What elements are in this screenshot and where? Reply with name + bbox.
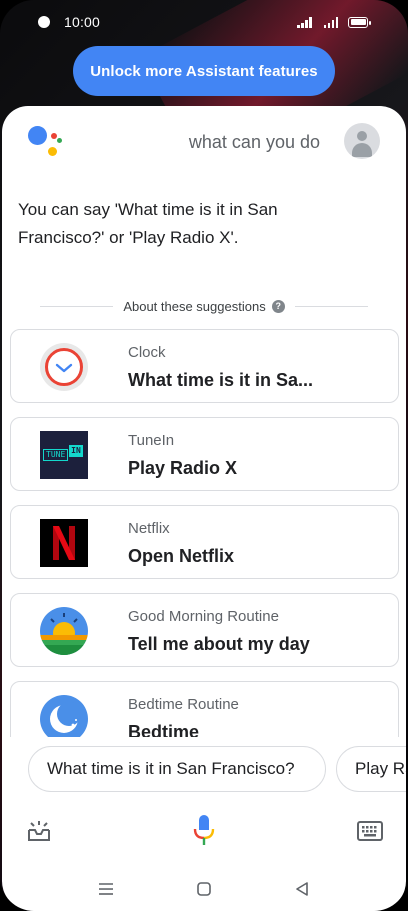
suggestions-header: About these suggestions ? [40,296,369,316]
suggestion-chip[interactable]: Play Ra [336,746,406,792]
status-time: 10:00 [64,14,101,30]
suggestion-card-netflix[interactable]: Netflix Open Netflix [10,505,399,579]
suggestion-chips: What time is it in San Francisco? Play R… [2,746,406,792]
suggestions-header-label[interactable]: About these suggestions [123,299,265,314]
status-bar: 10:00 [0,0,408,44]
suggestion-command: Tell me about my day [128,634,310,654]
suggestion-app-name: Bedtime Routine [128,696,239,713]
clock-icon [40,343,88,391]
sunrise-icon [40,607,88,655]
menu-icon[interactable] [94,877,118,901]
microphone-icon[interactable] [187,814,221,848]
assistant-response: You can say 'What time is it in San Fran… [18,200,278,247]
cellular-signal-icon [323,16,338,28]
suggestion-app-name: Netflix [128,520,170,537]
account-avatar[interactable] [344,123,380,159]
suggestion-card-clock[interactable]: Clock What time is it in Sa... [10,329,399,403]
moon-icon [40,695,88,737]
suggestion-command: Open Netflix [128,546,235,566]
phone-screen: 10:00 Unlock more Assistant features wha… [0,0,408,911]
divider-left [40,305,114,307]
suggestion-command: What time is it in Sa... [128,370,314,390]
help-icon[interactable]: ? [271,299,285,313]
battery-icon [348,16,371,28]
suggestion-command: Bedtime [128,722,200,737]
tunein-icon: TUNE IN [40,431,88,479]
suggestion-command: Play Radio X [128,458,238,478]
divider-right [294,305,369,307]
suggestion-card-tunein[interactable]: TUNE IN TuneIn Play Radio X [10,417,399,491]
google-assistant-logo-icon [28,126,68,162]
system-navigation-bar [2,871,406,905]
suggestion-app-name: TuneIn [128,432,175,449]
user-query[interactable]: what can you do [189,132,320,153]
suggestion-app-name: Clock [128,344,166,361]
unlock-assistant-features-button[interactable]: Unlock more Assistant features [73,46,335,96]
suggestion-card-bedtime[interactable]: Bedtime Routine Bedtime [10,681,399,737]
wifi-signal-icon [297,16,312,28]
assistant-bottom-bar [2,806,406,856]
snapshot-inbox-icon[interactable] [22,814,56,848]
netflix-icon [40,519,88,567]
notification-dot-icon [38,16,50,28]
assistant-sheet: what can you do You can say 'What time i… [2,106,406,911]
suggestion-card-good-morning[interactable]: Good Morning Routine Tell me about my da… [10,593,399,667]
suggestion-list: Clock What time is it in Sa... TUNE IN T… [10,329,399,737]
back-icon[interactable] [290,877,314,901]
suggestion-chip[interactable]: What time is it in San Francisco? [28,746,326,792]
keyboard-icon[interactable] [353,814,387,848]
home-icon[interactable] [192,877,216,901]
suggestion-app-name: Good Morning Routine [128,608,279,625]
